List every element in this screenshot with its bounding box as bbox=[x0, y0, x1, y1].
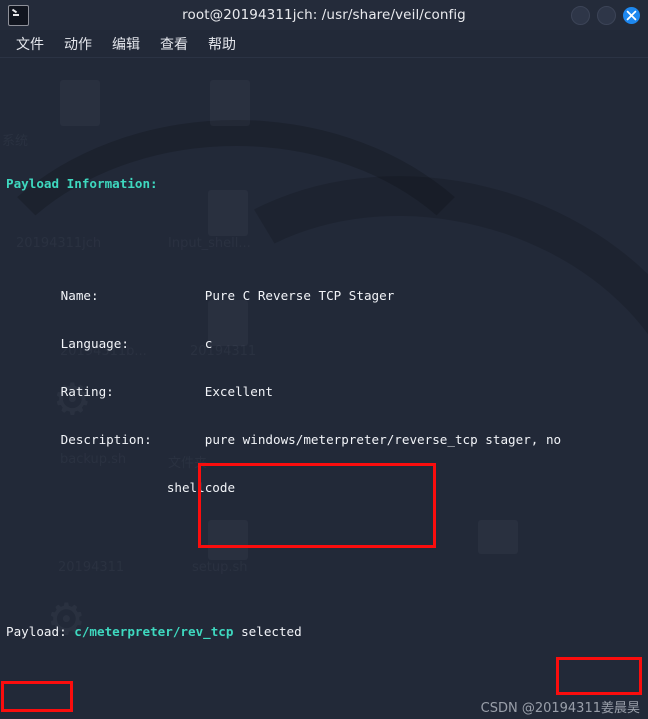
field-value: c bbox=[204, 336, 213, 351]
menu-item-view[interactable]: 查看 bbox=[154, 33, 194, 55]
minimize-button[interactable] bbox=[571, 5, 590, 25]
payload-field-rating: Rating: Excellent bbox=[0, 384, 648, 400]
payload-field-language: Language: c bbox=[0, 336, 648, 352]
close-button[interactable] bbox=[623, 6, 640, 24]
terminal-output[interactable]: Payload Information: Name: Pure C Revers… bbox=[0, 58, 648, 719]
menu-item-edit[interactable]: 编辑 bbox=[106, 33, 146, 55]
field-label: Description: bbox=[60, 432, 152, 447]
payload-selected-line: Payload: c/meterpreter/rev_tcp selected bbox=[6, 624, 302, 639]
payload-field-name: Name: Pure C Reverse TCP Stager bbox=[0, 288, 648, 304]
field-value: Excellent bbox=[204, 384, 273, 399]
terminal-window: prelink 系统 Input_shell... 20194311jch 20… bbox=[0, 0, 648, 719]
menu-item-actions[interactable]: 动作 bbox=[58, 33, 98, 55]
payload-field-description: Description: pure windows/meterpreter/re… bbox=[0, 432, 648, 448]
menu-bar: 文件 动作 编辑 查看 帮助 bbox=[0, 30, 648, 58]
payload-description-continued: shellcode bbox=[166, 480, 236, 495]
field-value: Pure C Reverse TCP Stager bbox=[204, 288, 395, 303]
menu-item-help[interactable]: 帮助 bbox=[202, 33, 242, 55]
selected-payload-name: c/meterpreter/rev_tcp bbox=[74, 624, 234, 639]
csdn-watermark: CSDN @20194311姜晨昊 bbox=[480, 701, 640, 716]
field-label: Language: bbox=[60, 336, 129, 351]
title-bar: root@20194311jch: /usr/share/veil/config bbox=[0, 0, 648, 30]
maximize-button[interactable] bbox=[597, 5, 616, 25]
window-title: root@20194311jch: /usr/share/veil/config bbox=[182, 7, 466, 23]
field-label: Name: bbox=[60, 288, 99, 303]
payload-information-heading: Payload Information: bbox=[6, 176, 158, 191]
menu-item-file[interactable]: 文件 bbox=[10, 33, 50, 55]
window-controls bbox=[571, 5, 640, 25]
field-label: Rating: bbox=[60, 384, 114, 399]
field-value: pure windows/meterpreter/reverse_tcp sta… bbox=[204, 432, 562, 447]
close-icon bbox=[626, 10, 637, 20]
